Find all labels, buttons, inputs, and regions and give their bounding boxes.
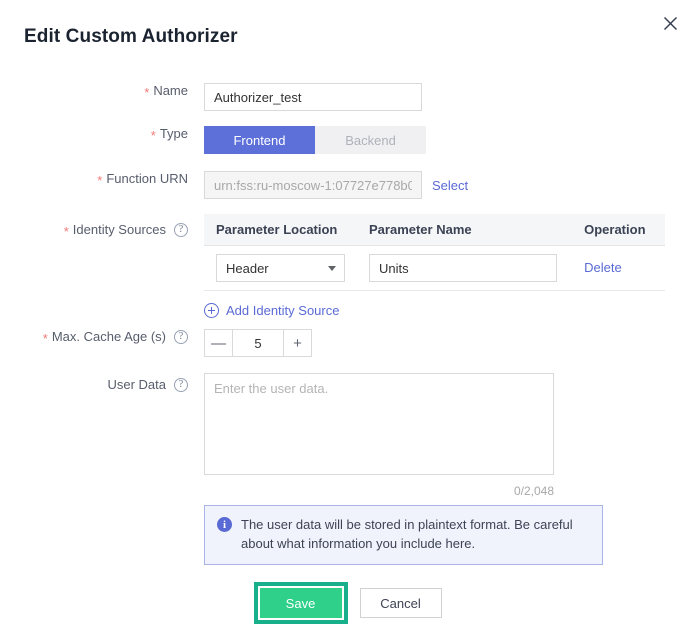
question-circle-icon[interactable]: ? bbox=[174, 222, 188, 237]
required-asterisk: * bbox=[150, 128, 156, 143]
max-cache-age-stepper: — 5 + bbox=[204, 329, 312, 357]
cancel-button[interactable]: Cancel bbox=[359, 588, 442, 618]
max-cache-age-label: Max. Cache Age (s) bbox=[51, 329, 166, 344]
stepper-value[interactable]: 5 bbox=[233, 330, 283, 356]
parameter-name-input[interactable] bbox=[369, 254, 557, 282]
identity-sources-label: Identity Sources bbox=[72, 222, 166, 237]
table-header-row: Parameter Location Parameter Name Operat… bbox=[204, 214, 665, 246]
question-circle-icon[interactable]: ? bbox=[174, 329, 188, 344]
cell-operation: Delete bbox=[572, 245, 665, 291]
max-cache-age-label-group: * Max. Cache Age (s) ? bbox=[0, 329, 196, 346]
plaintext-warning-alert: i The user data will be stored in plaint… bbox=[204, 505, 603, 565]
delete-identity-source-link[interactable]: Delete bbox=[584, 260, 622, 275]
chevron-down-icon bbox=[328, 265, 336, 271]
type-label-group: * Type bbox=[0, 126, 196, 143]
identity-sources-table: Parameter Location Parameter Name Operat… bbox=[204, 214, 665, 291]
type-option-frontend[interactable]: Frontend bbox=[204, 126, 315, 154]
save-button[interactable]: Save bbox=[259, 588, 342, 618]
info-circle-icon: i bbox=[217, 517, 232, 532]
cell-parameter-location: Header bbox=[204, 245, 357, 291]
function-urn-input[interactable] bbox=[204, 171, 422, 199]
required-asterisk: * bbox=[42, 331, 48, 346]
name-label-group: * Name bbox=[0, 83, 196, 100]
parameter-location-value: Header bbox=[226, 260, 269, 276]
required-asterisk: * bbox=[63, 224, 69, 239]
form-row-type: * Type Frontend Backend bbox=[0, 126, 695, 154]
plus-circle-icon bbox=[204, 303, 219, 318]
add-identity-source-label: Add Identity Source bbox=[226, 303, 340, 318]
function-urn-label: Function URN bbox=[106, 171, 188, 186]
close-icon[interactable] bbox=[659, 12, 681, 34]
type-option-backend[interactable]: Backend bbox=[315, 126, 426, 154]
identity-sources-label-group: * Identity Sources ? bbox=[0, 214, 196, 239]
dialog-footer: Save Cancel bbox=[0, 582, 695, 624]
user-data-textarea[interactable] bbox=[204, 373, 554, 475]
required-asterisk: * bbox=[144, 85, 150, 100]
column-header-parameter-location: Parameter Location bbox=[204, 214, 357, 246]
table-row: Header Delete bbox=[204, 245, 665, 291]
type-segmented-control: Frontend Backend bbox=[204, 126, 426, 154]
form-row-name: * Name bbox=[0, 83, 695, 111]
user-data-label-group: User Data ? bbox=[0, 373, 196, 392]
page-title: Edit Custom Authorizer bbox=[24, 26, 238, 47]
column-header-parameter-name: Parameter Name bbox=[357, 214, 573, 246]
edit-custom-authorizer-dialog: Edit Custom Authorizer * Name * Type Fro… bbox=[0, 0, 695, 631]
user-data-char-counter: 0/2,048 bbox=[513, 484, 554, 498]
form-row-function-urn: * Function URN Select bbox=[0, 171, 695, 199]
select-function-urn-link[interactable]: Select bbox=[432, 178, 468, 193]
add-identity-source-button[interactable]: Add Identity Source bbox=[204, 303, 339, 318]
column-header-operation: Operation bbox=[572, 214, 665, 246]
form-row-max-cache-age: * Max. Cache Age (s) ? — 5 + bbox=[0, 329, 695, 357]
stepper-decrement-button[interactable]: — bbox=[205, 330, 233, 356]
type-label: Type bbox=[159, 126, 188, 141]
function-urn-label-group: * Function URN bbox=[0, 171, 196, 188]
alert-message: The user data will be stored in plaintex… bbox=[241, 517, 573, 551]
name-label: Name bbox=[153, 83, 188, 98]
cell-parameter-name bbox=[357, 245, 573, 291]
required-asterisk: * bbox=[97, 173, 103, 188]
user-data-label: User Data bbox=[107, 377, 166, 392]
question-circle-icon[interactable]: ? bbox=[174, 377, 188, 392]
form-row-user-data: User Data ? 0/2,048 bbox=[0, 373, 695, 498]
stepper-increment-button[interactable]: + bbox=[283, 330, 311, 356]
save-button-highlight: Save bbox=[253, 582, 348, 624]
parameter-location-select[interactable]: Header bbox=[216, 254, 345, 282]
name-input[interactable] bbox=[204, 83, 422, 111]
form-row-identity-sources: * Identity Sources ? Parameter Location … bbox=[0, 214, 695, 323]
